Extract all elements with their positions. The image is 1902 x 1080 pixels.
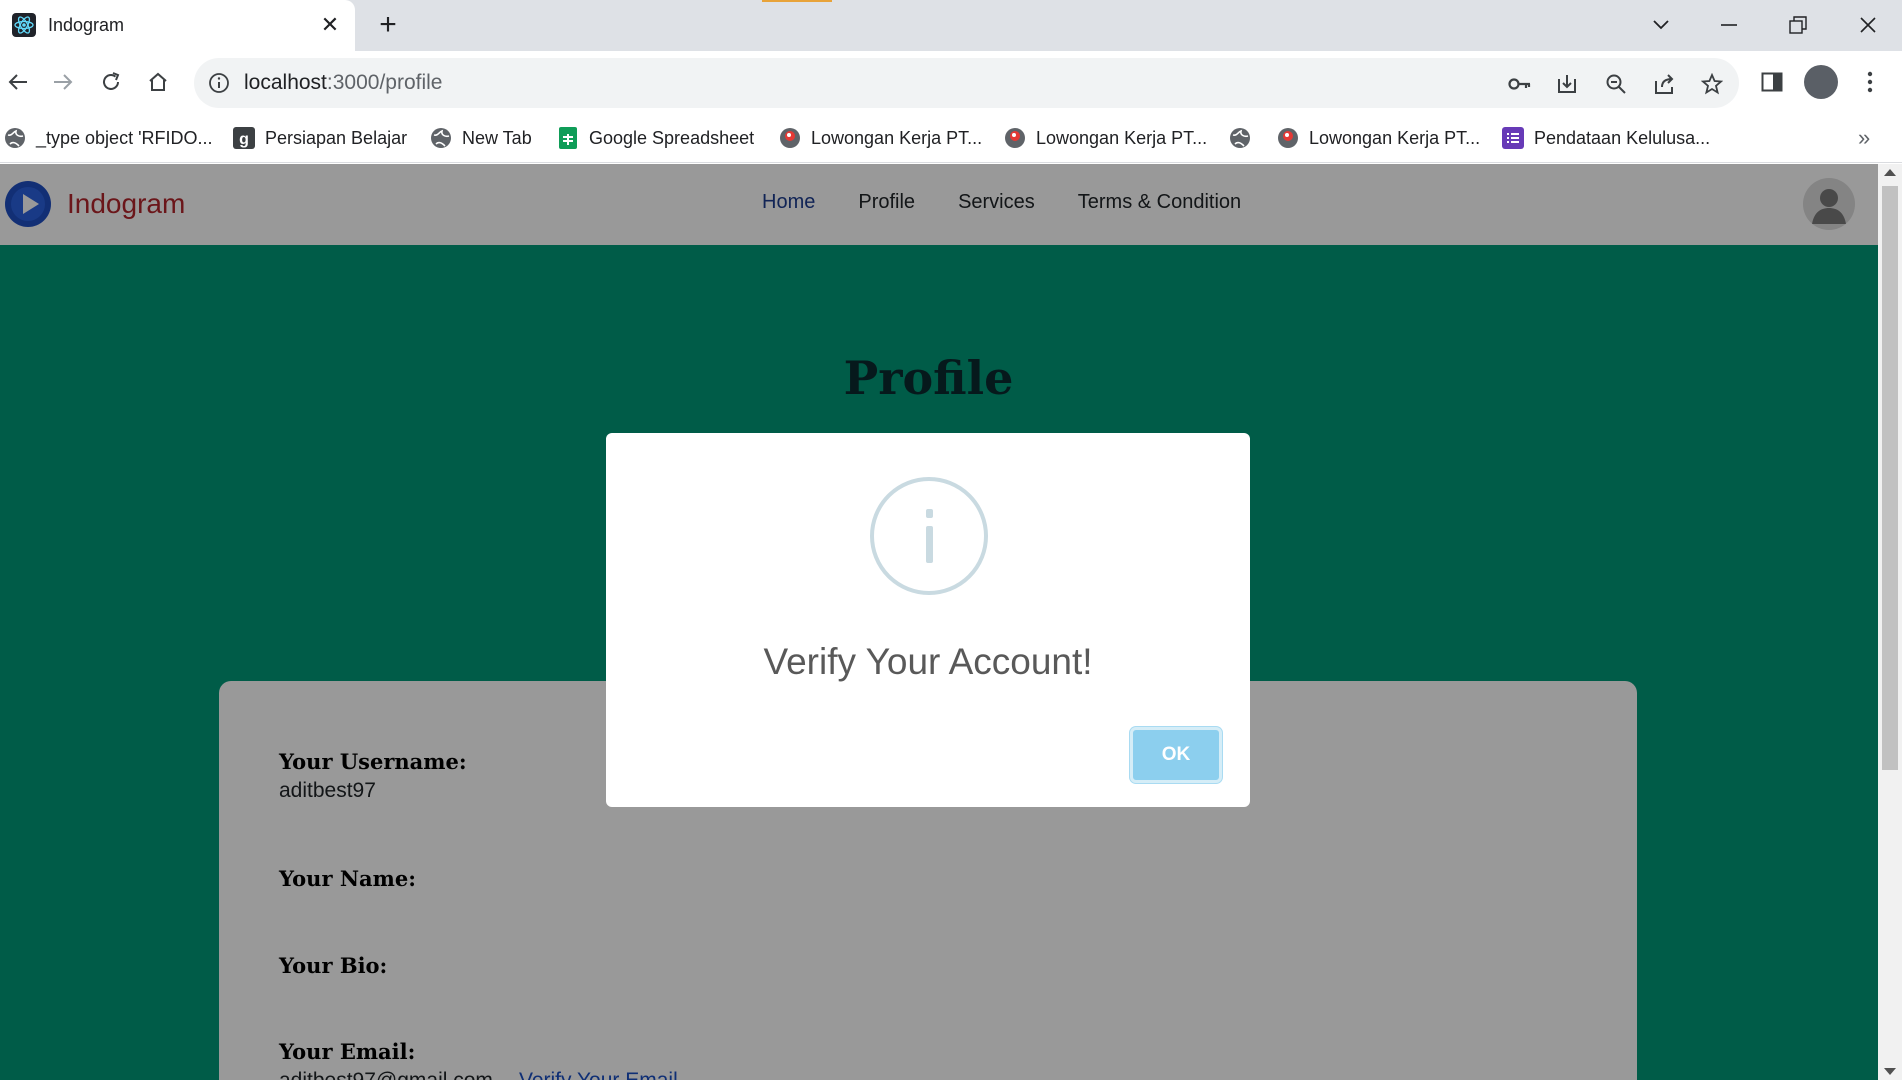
bookmark-item[interactable]: New Tab [430,125,532,151]
svg-text:g: g [239,131,249,148]
bookmark-star-icon[interactable] [1699,71,1725,97]
forms-icon [1502,127,1524,149]
bookmarks-bar: _type object 'RFIDO... g Persiapan Belaj… [0,113,1902,163]
menu-kebab-icon[interactable] [1852,64,1888,100]
react-icon [12,13,36,37]
profile-avatar-icon[interactable] [1804,65,1838,99]
bookmark-item[interactable] [1229,125,1261,151]
forward-icon[interactable] [45,64,81,100]
scroll-down-icon[interactable] [1884,1068,1896,1075]
sheets-icon [559,127,577,149]
dialog-title: Verify Your Account! [763,641,1093,682]
tab-title: Indogram [48,15,125,35]
site-info-icon[interactable] [208,72,230,94]
bookmark-item[interactable]: Lowongan Kerja PT... [779,125,982,151]
scroll-up-icon[interactable] [1884,169,1896,176]
globe-icon [1230,128,1250,148]
install-app-icon[interactable] [1554,71,1580,97]
job-icon [1278,128,1298,148]
globe-icon [5,128,25,148]
page-scrollbar[interactable] [1878,164,1902,1080]
g-icon: g [233,127,255,149]
key-icon[interactable] [1507,71,1533,97]
zoom-out-icon[interactable] [1603,71,1629,97]
reload-icon[interactable] [93,64,129,100]
scrollbar-thumb[interactable] [1882,186,1898,770]
ok-button[interactable]: OK [1130,727,1222,783]
share-icon[interactable] [1651,71,1677,97]
browser-tab[interactable]: Indogram ✕ [0,0,355,51]
home-icon[interactable] [140,64,176,100]
browser-toolbar: localhost:3000/profile [0,51,1902,113]
bookmark-item[interactable]: Pendataan Kelulusa... [1502,125,1710,151]
bookmark-item[interactable]: Lowongan Kerja PT... [1277,125,1480,151]
new-tab-icon[interactable]: + [373,9,403,41]
bookmark-item[interactable]: _type object 'RFIDO... [4,125,213,151]
globe-icon [431,128,451,148]
back-icon[interactable] [0,64,36,100]
tab-strip: Indogram ✕ + [0,0,1902,51]
info-icon [870,477,988,595]
bookmark-item[interactable]: Google Spreadsheet [557,125,754,151]
close-window-icon[interactable] [1848,8,1888,42]
restore-icon[interactable] [1778,8,1818,42]
job-icon [1005,128,1025,148]
address-bar[interactable]: localhost:3000/profile [194,58,1739,108]
close-tab-icon[interactable]: ✕ [318,10,342,40]
tab-search-icon[interactable] [1641,8,1681,42]
bookmarks-overflow-icon[interactable]: » [1858,125,1870,151]
url-text: localhost:3000/profile [244,71,443,94]
bookmark-item[interactable]: Lowongan Kerja PT... [1004,125,1207,151]
side-panel-icon[interactable] [1754,64,1790,100]
job-icon [780,128,800,148]
verify-account-dialog: Verify Your Account! OK [606,433,1250,807]
minimize-icon[interactable] [1709,8,1749,42]
bookmark-item[interactable]: g Persiapan Belajar [233,125,407,151]
loading-indicator [762,0,832,2]
